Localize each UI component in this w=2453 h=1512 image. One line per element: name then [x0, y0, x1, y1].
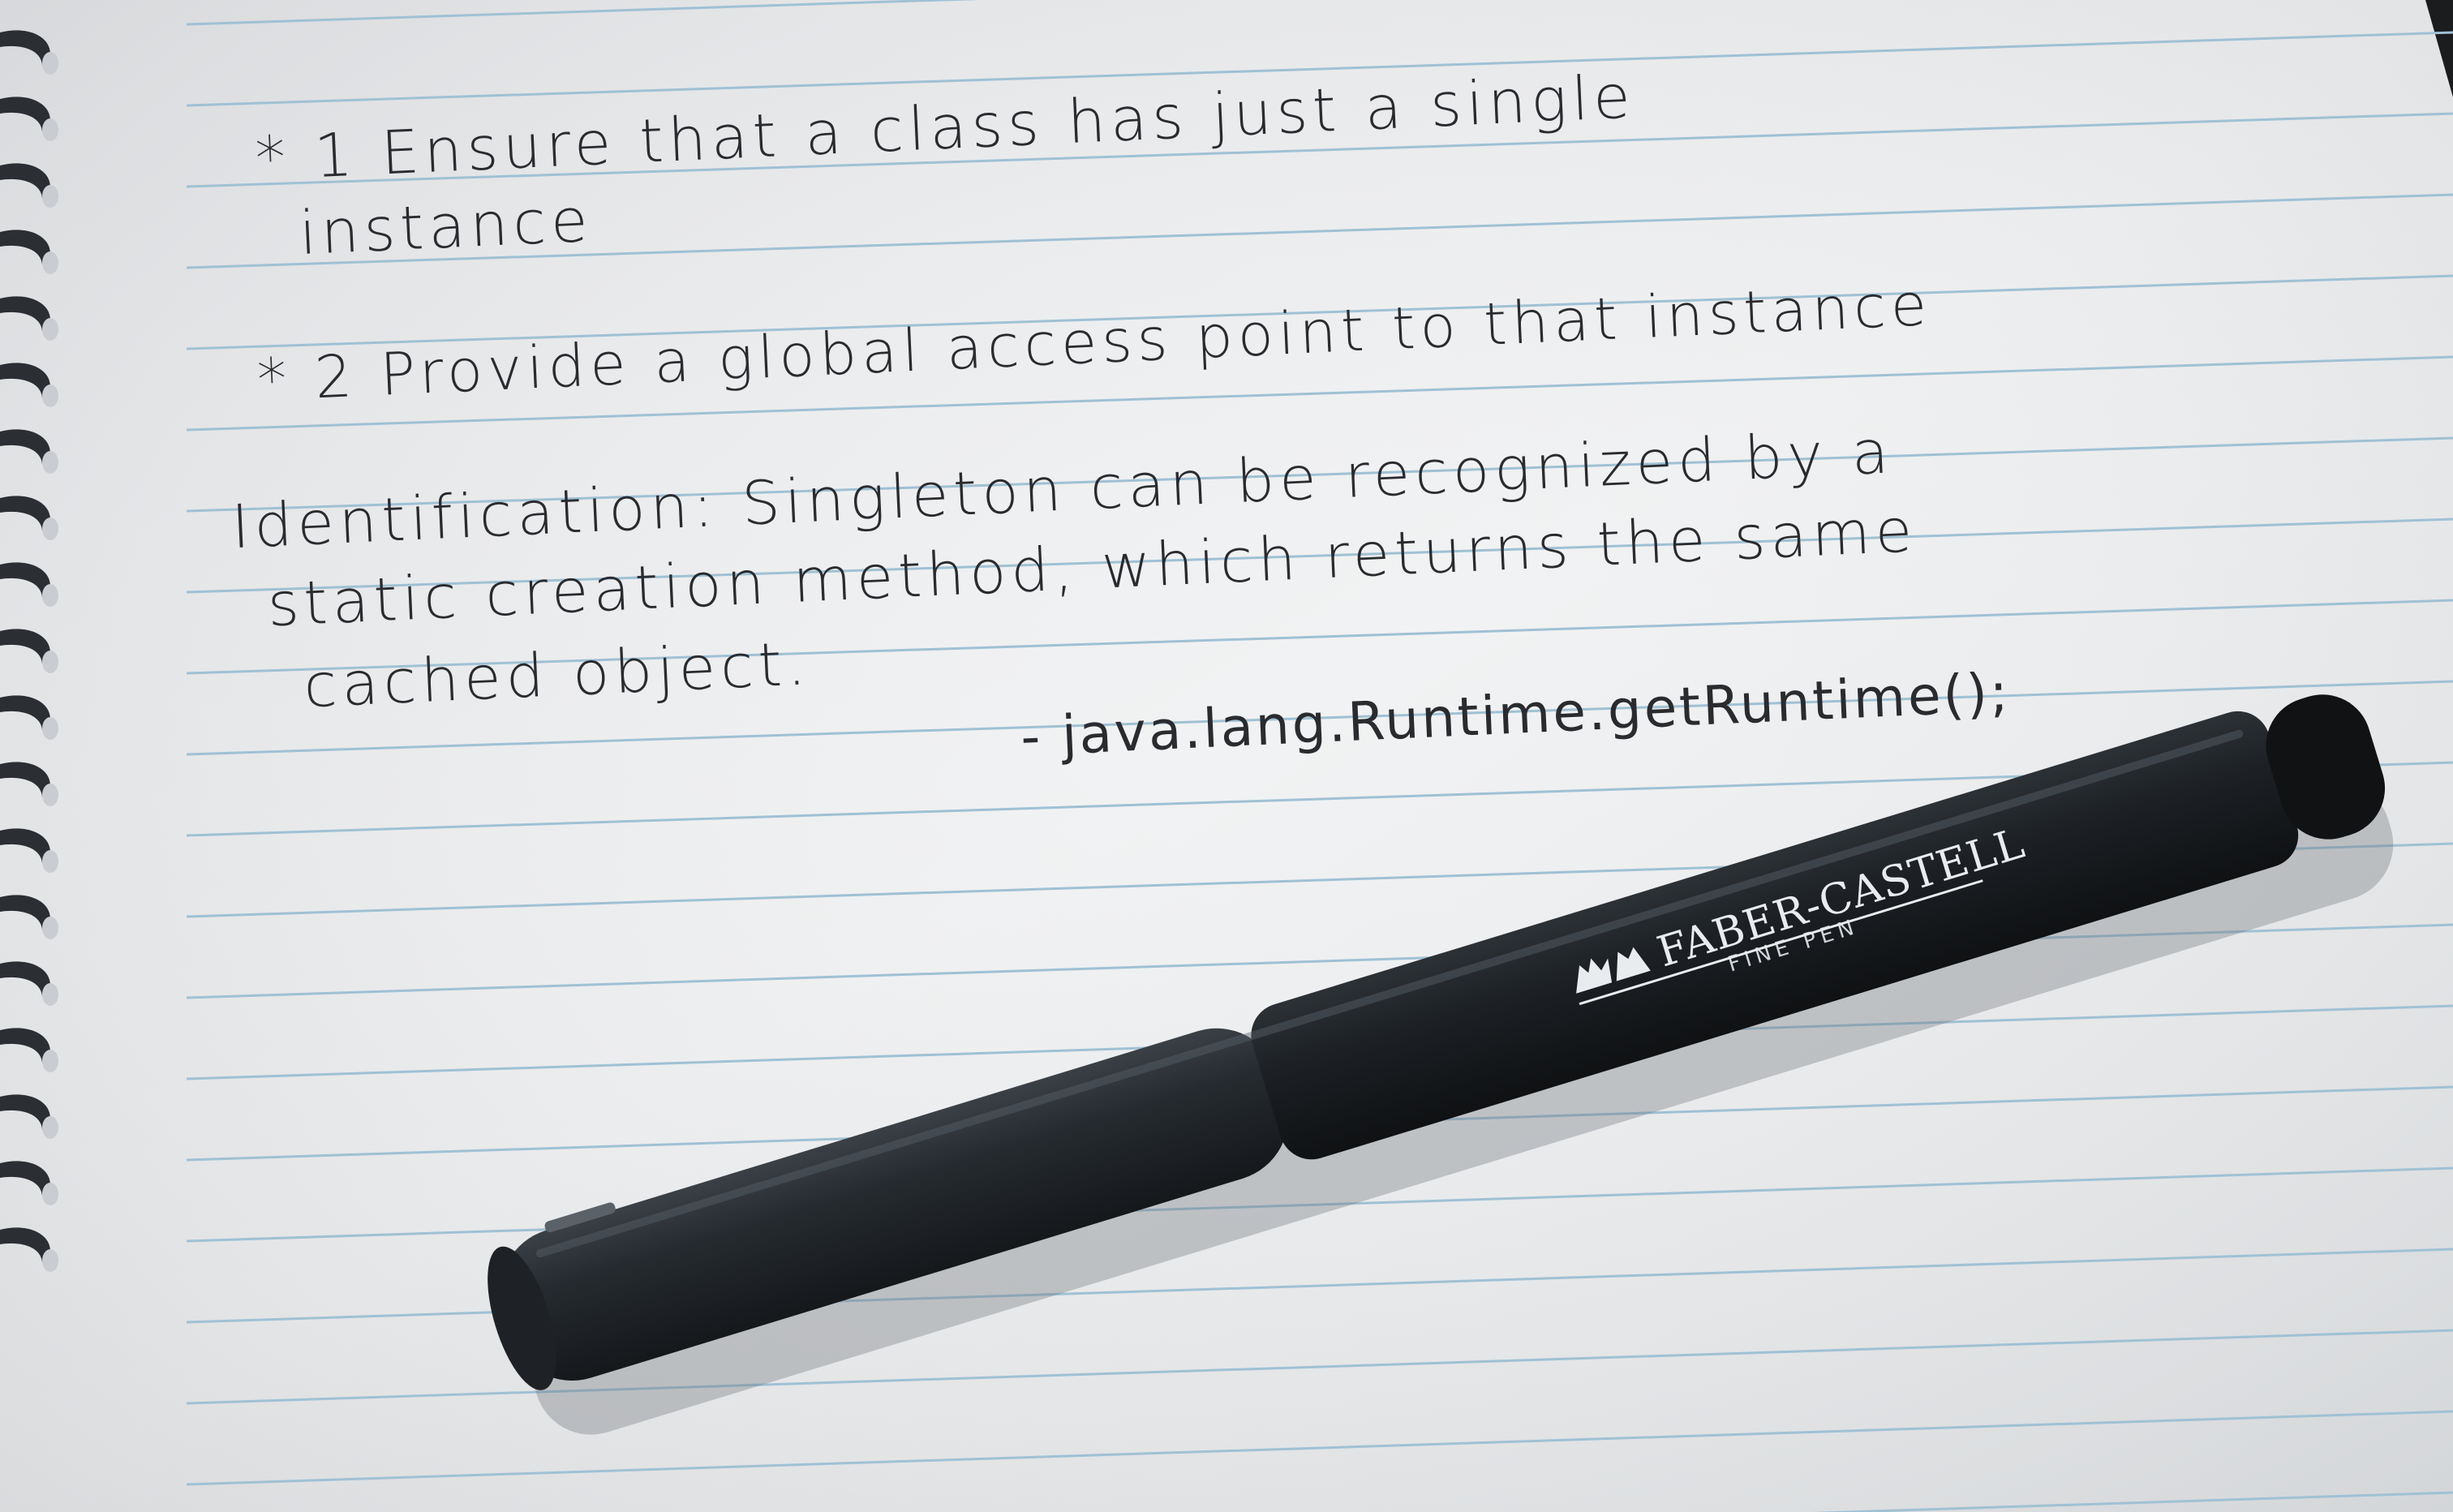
spiral-hole: [42, 518, 58, 540]
spiral-hole: [42, 651, 58, 673]
notebook-photo: * 1 Ensure that a class has just a singl…: [0, 0, 2453, 1512]
note-line-2: instance: [298, 186, 594, 268]
spiral-hole: [42, 451, 58, 474]
spiral-hole: [42, 983, 58, 1006]
spiral-hole: [42, 185, 58, 208]
spiral-hole: [42, 717, 58, 740]
spiral-hole: [42, 118, 58, 141]
spiral-hole: [42, 1050, 58, 1072]
spiral-hole: [42, 584, 58, 607]
spiral-hole: [42, 917, 58, 939]
spiral-hole: [42, 784, 58, 806]
spiral-hole: [42, 1116, 58, 1139]
spiral-hole: [42, 1249, 58, 1272]
spiral-hole: [42, 850, 58, 873]
spiral-hole: [42, 251, 58, 274]
spiral-hole: [42, 318, 58, 341]
photo-canvas: * 1 Ensure that a class has just a singl…: [0, 0, 2453, 1512]
spiral-hole: [42, 52, 58, 75]
spiral-hole: [42, 1183, 58, 1205]
spiral-hole: [42, 384, 58, 407]
